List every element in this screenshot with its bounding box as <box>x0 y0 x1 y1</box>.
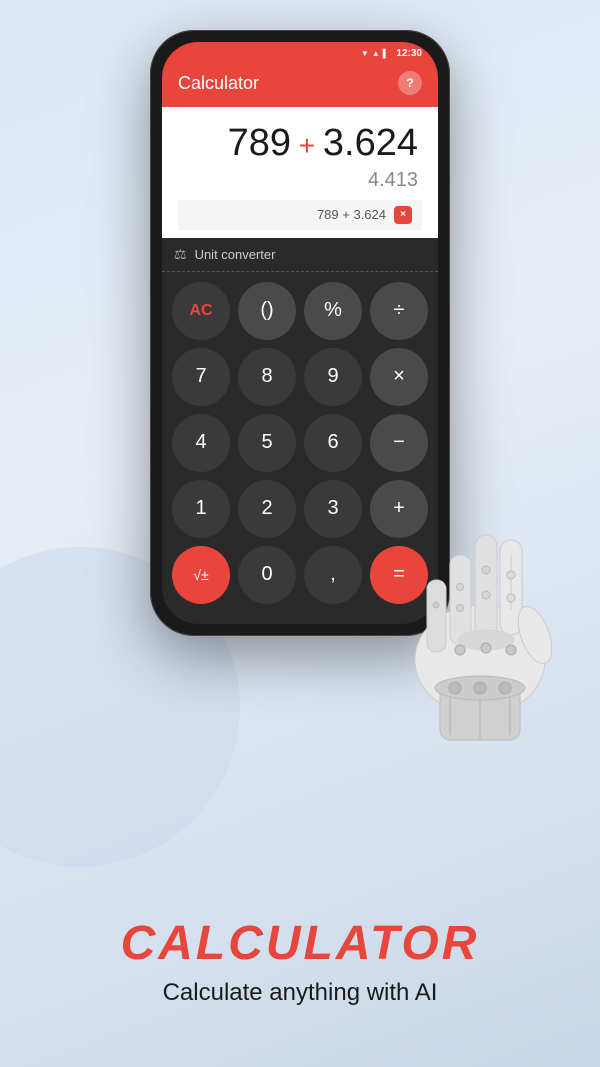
unit-converter-label: Unit converter <box>195 247 276 262</box>
status-bar: ▼ ▲ ▌ 12:30 <box>162 42 438 63</box>
robot-hand-image <box>360 380 600 740</box>
result-display: 4.413 <box>178 165 422 200</box>
signal-icon: ▼ <box>361 49 369 58</box>
key-3[interactable]: 3 <box>304 480 362 538</box>
expression-part1: 789 <box>228 122 291 164</box>
app-name-large: CALCULATOR <box>0 916 600 971</box>
key-0[interactable]: 0 <box>238 546 296 604</box>
bottom-section: CALCULATOR Calculate anything with AI <box>0 916 600 1007</box>
clear-label: × <box>400 209 406 220</box>
keypad-row-1: AC () % ÷ <box>170 282 430 340</box>
key-percent[interactable]: % <box>304 282 362 340</box>
expression-part2: 3.624 <box>323 122 418 164</box>
display-area: 789 + 3.624 4.413 789 + 3.624 × <box>162 107 438 238</box>
key-comma[interactable]: , <box>304 546 362 604</box>
status-time: 12:30 <box>396 48 422 59</box>
help-label: ? <box>406 76 413 90</box>
app-header: Calculator ? <box>162 63 438 107</box>
status-icons: ▼ ▲ ▌ <box>361 49 389 58</box>
scale-icon: ⚖ <box>174 246 187 263</box>
battery-icon: ▌ <box>383 49 389 58</box>
key-2[interactable]: 2 <box>238 480 296 538</box>
key-4[interactable]: 4 <box>172 414 230 472</box>
help-button[interactable]: ? <box>398 71 422 95</box>
wifi-icon: ▲ <box>372 49 380 58</box>
app-title: Calculator <box>178 73 259 94</box>
key-parentheses[interactable]: () <box>238 282 296 340</box>
main-expression: 789 + 3.624 <box>178 123 422 165</box>
key-6[interactable]: 6 <box>304 414 362 472</box>
expression-text: 789 + 3.624 <box>317 207 386 222</box>
key-8[interactable]: 8 <box>238 348 296 406</box>
key-ac[interactable]: AC <box>172 282 230 340</box>
tagline: Calculate anything with AI <box>0 979 600 1007</box>
key-function[interactable]: √± <box>172 546 230 604</box>
expression-bar: 789 + 3.624 × <box>178 200 422 230</box>
key-1[interactable]: 1 <box>172 480 230 538</box>
clear-expression-button[interactable]: × <box>394 206 412 224</box>
key-7[interactable]: 7 <box>172 348 230 406</box>
key-5[interactable]: 5 <box>238 414 296 472</box>
operator-display: + <box>291 130 323 161</box>
key-9[interactable]: 9 <box>304 348 362 406</box>
key-divide[interactable]: ÷ <box>370 282 428 340</box>
unit-converter-bar[interactable]: ⚖ Unit converter <box>162 238 438 272</box>
